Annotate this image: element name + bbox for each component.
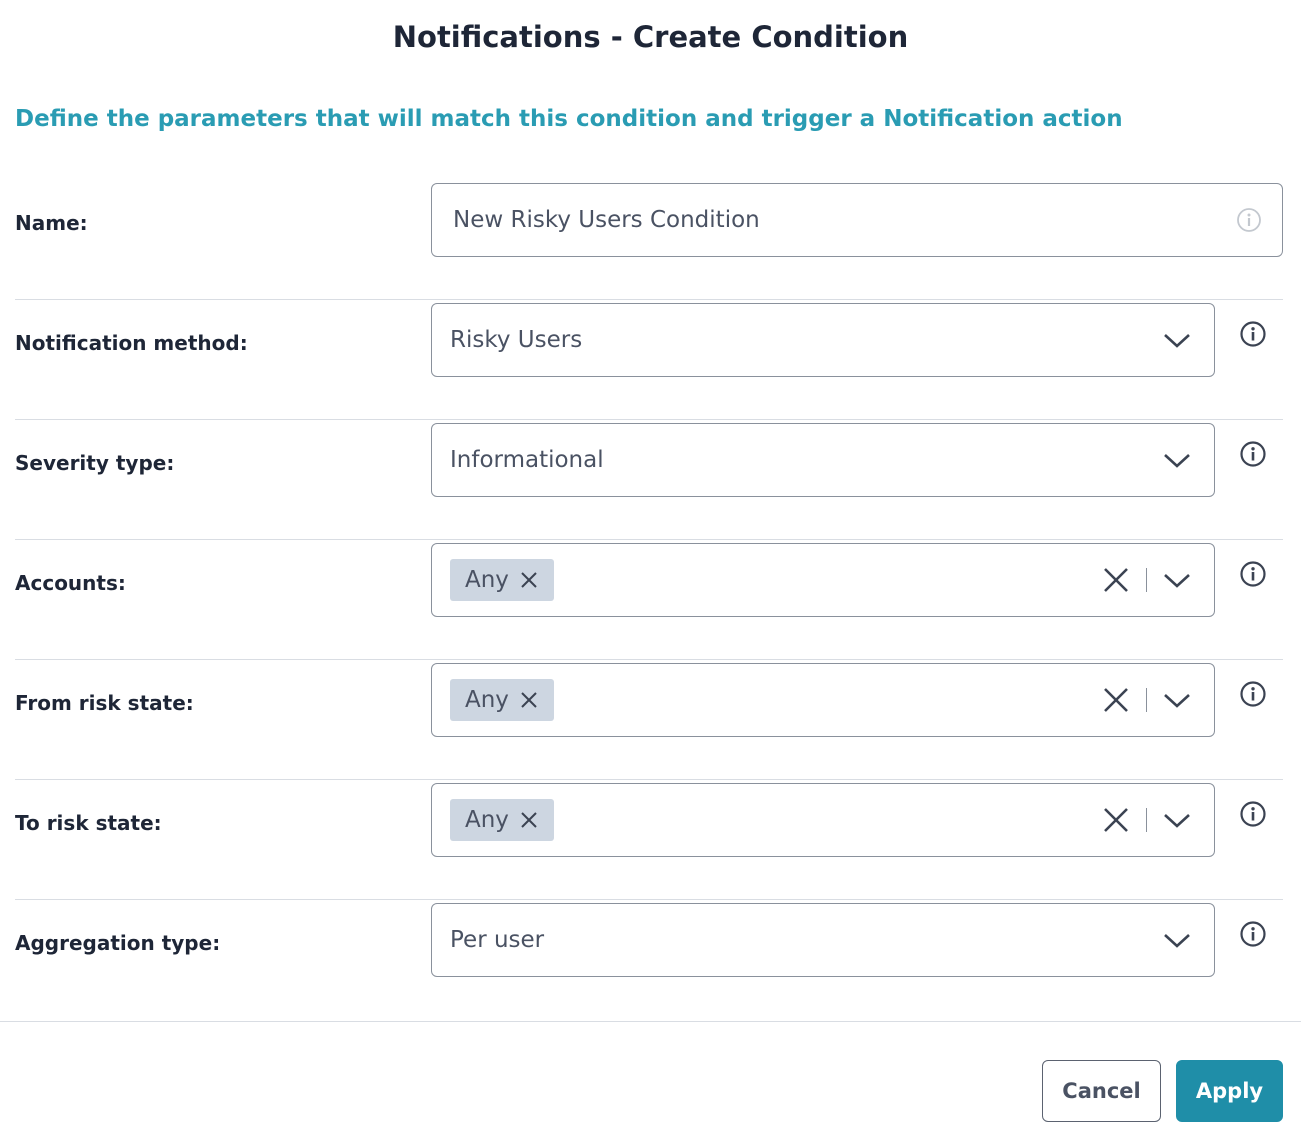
info-icon[interactable] — [1239, 440, 1267, 468]
accounts-chip-label: Any — [465, 567, 509, 593]
notification-method-value: Risky Users — [450, 327, 583, 353]
from-risk-state-chip: Any — [450, 679, 554, 721]
separator — [1146, 808, 1147, 832]
chevron-down-icon[interactable] — [1162, 928, 1192, 952]
aggregation-type-select[interactable]: Per user — [431, 903, 1215, 977]
info-icon[interactable] — [1239, 560, 1267, 588]
separator — [1146, 688, 1147, 712]
notification-method-select[interactable]: Risky Users — [431, 303, 1215, 377]
info-icon[interactable] — [1239, 800, 1267, 828]
clear-icon[interactable] — [1102, 566, 1130, 594]
info-icon[interactable] — [1239, 920, 1267, 948]
form-row-severity-type: Severity type: Informational — [15, 420, 1283, 540]
form-row-from-risk-state: From risk state: Any — [15, 660, 1283, 780]
chevron-down-icon[interactable] — [1162, 448, 1192, 472]
form-row-aggregation-type: Aggregation type: Per user — [15, 900, 1283, 1020]
info-icon[interactable] — [1239, 320, 1267, 348]
info-icon[interactable] — [1239, 680, 1267, 708]
name-label: Name: — [15, 211, 88, 235]
form-row-to-risk-state: To risk state: Any — [15, 780, 1283, 900]
from-risk-state-multiselect[interactable]: Any — [431, 663, 1215, 737]
footer-divider — [0, 1021, 1301, 1022]
severity-type-label: Severity type: — [15, 451, 175, 475]
severity-type-select[interactable]: Informational — [431, 423, 1215, 497]
dialog-subtitle: Define the parameters that will match th… — [15, 106, 1123, 132]
dialog-title: Notifications - Create Condition — [392, 20, 909, 54]
name-input[interactable]: New Risky Users Condition — [431, 183, 1283, 257]
chevron-down-icon[interactable] — [1162, 568, 1192, 592]
separator — [1146, 568, 1147, 592]
form-row-notification-method: Notification method: Risky Users — [15, 300, 1283, 420]
from-risk-state-label: From risk state: — [15, 691, 194, 715]
form-row-accounts: Accounts: Any — [15, 540, 1283, 660]
cancel-button[interactable]: Cancel — [1042, 1060, 1161, 1122]
remove-chip-icon[interactable] — [520, 691, 538, 709]
aggregation-type-value: Per user — [450, 927, 545, 953]
name-input-value: New Risky Users Condition — [453, 207, 760, 233]
accounts-chip: Any — [450, 559, 554, 601]
severity-type-value: Informational — [450, 447, 604, 473]
to-risk-state-multiselect[interactable]: Any — [431, 783, 1215, 857]
clear-icon[interactable] — [1102, 806, 1130, 834]
to-risk-state-label: To risk state: — [15, 811, 162, 835]
to-risk-state-chip-label: Any — [465, 807, 509, 833]
apply-button[interactable]: Apply — [1176, 1060, 1283, 1122]
accounts-label: Accounts: — [15, 571, 126, 595]
form-row-name: Name: New Risky Users Condition — [15, 180, 1283, 300]
info-icon[interactable] — [1236, 207, 1262, 233]
aggregation-type-label: Aggregation type: — [15, 931, 221, 955]
chevron-down-icon[interactable] — [1162, 688, 1192, 712]
remove-chip-icon[interactable] — [520, 811, 538, 829]
notification-method-label: Notification method: — [15, 331, 248, 355]
to-risk-state-chip: Any — [450, 799, 554, 841]
chevron-down-icon[interactable] — [1162, 808, 1192, 832]
clear-icon[interactable] — [1102, 686, 1130, 714]
from-risk-state-chip-label: Any — [465, 687, 509, 713]
chevron-down-icon[interactable] — [1162, 328, 1192, 352]
accounts-multiselect[interactable]: Any — [431, 543, 1215, 617]
remove-chip-icon[interactable] — [520, 571, 538, 589]
